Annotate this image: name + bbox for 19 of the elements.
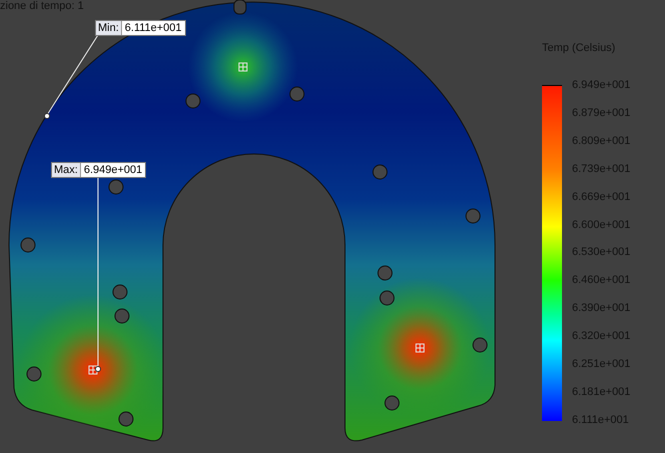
mounting-hole	[118, 412, 134, 426]
probe-marker-icon	[88, 366, 98, 374]
mounting-hole	[384, 396, 400, 410]
mounting-hole	[372, 164, 388, 180]
probe-marker-icon	[238, 62, 248, 72]
mounting-hole	[380, 290, 394, 306]
mounting-hole	[378, 266, 392, 280]
mounting-hole	[108, 180, 124, 194]
mounting-hole	[290, 86, 304, 102]
min-probe-label: Min: 6.111e+001	[95, 20, 186, 36]
mounting-hole	[472, 338, 488, 352]
max-probe-label: Max: 6.949e+001	[51, 162, 146, 178]
mounting-hole	[114, 308, 130, 324]
mounting-hole	[466, 208, 480, 224]
mounting-hole	[112, 284, 128, 300]
mounting-hole	[26, 366, 42, 382]
probe-marker-icon	[416, 344, 424, 352]
mounting-hole	[20, 238, 36, 252]
mounting-hole	[186, 94, 200, 108]
